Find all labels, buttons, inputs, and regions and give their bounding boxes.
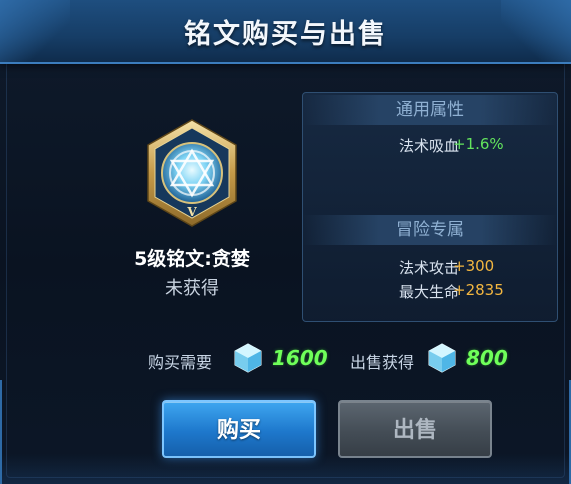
attribute-value: +1.6% (453, 135, 504, 153)
bottom-glow (0, 454, 571, 484)
inscription-hexagon-icon: V (144, 118, 240, 228)
attribute-name: 最大生命 (398, 283, 459, 301)
general-attributes-header: 通用属性 (303, 95, 557, 125)
attribute-panel: 通用属性 法术吸血 +1.6% 冒险专属 法术攻击 +300 最大生命 +283… (302, 92, 558, 322)
attribute-row: 法术吸血 +1.6% (303, 135, 557, 157)
attribute-value: +2835 (453, 281, 504, 299)
buy-button[interactable]: 购买 (162, 400, 316, 458)
sell-button[interactable]: 出售 (338, 400, 492, 458)
svg-text:V: V (186, 205, 197, 219)
attribute-name: 法术吸血 (398, 137, 459, 155)
attribute-name: 法术攻击 (398, 259, 459, 277)
sell-gain-label: 出售获得 (350, 353, 415, 372)
dialog-frame: 铭文购买与出售 V 5级铭文:贪婪 未获得 通用属性 法术吸血 +1.6% 冒险… (0, 0, 571, 484)
buy-cost-label: 购买需要 (148, 353, 213, 372)
title-bar: 铭文购买与出售 (0, 0, 571, 64)
crystal-icon (428, 343, 456, 373)
sell-gain-amount: 800 (466, 346, 508, 370)
adventure-attributes-header: 冒险专属 (303, 215, 557, 245)
attribute-value: +300 (453, 257, 495, 275)
inscription-name: 5级铭文:贪婪 (134, 248, 250, 270)
crystal-icon (234, 343, 262, 373)
buy-cost-amount: 1600 (272, 346, 328, 370)
attribute-row: 最大生命 +2835 (303, 281, 557, 303)
trade-price-row: 购买需要 1600 出售获得 800 (148, 338, 528, 378)
attribute-row: 法术攻击 +300 (303, 257, 557, 279)
inscription-status: 未获得 (165, 278, 219, 299)
frame-edge-left (0, 380, 2, 484)
dialog-title: 铭文购买与出售 (184, 19, 387, 50)
